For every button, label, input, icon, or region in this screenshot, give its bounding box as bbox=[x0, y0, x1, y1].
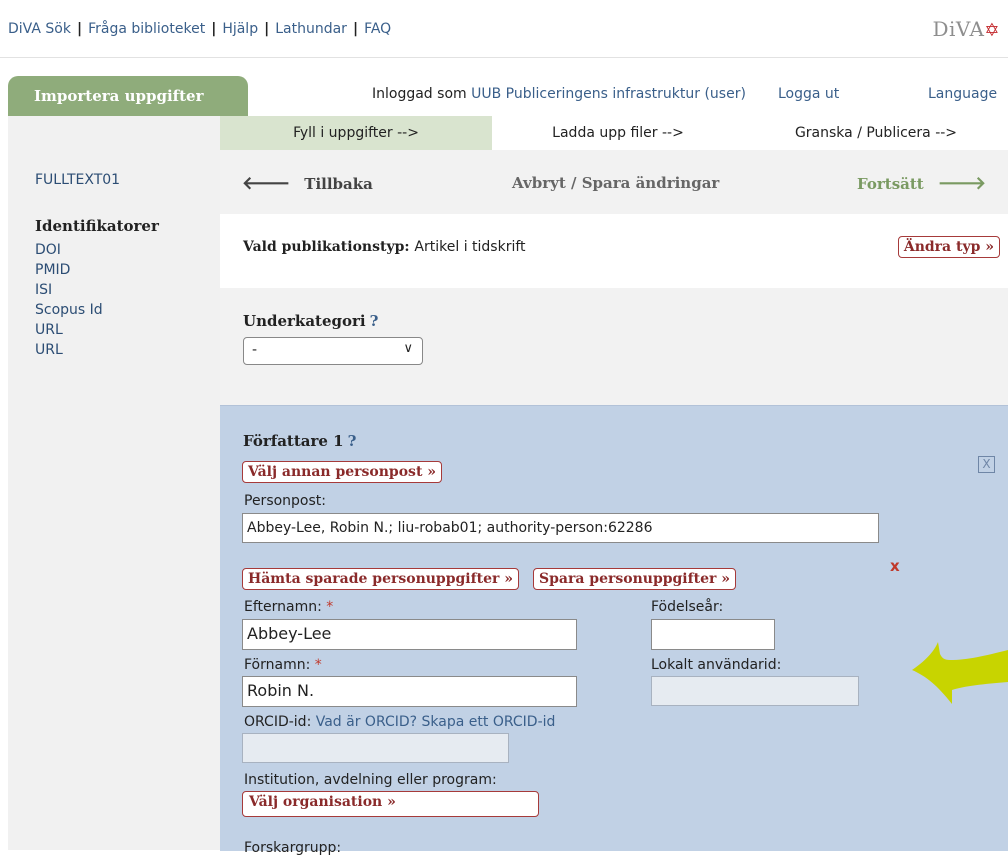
personpost-value: Abbey-Lee, Robin N.; liu-robab01; author… bbox=[247, 520, 653, 536]
save-person-button[interactable]: Spara personuppgifter » bbox=[533, 568, 737, 590]
lastname-label-text: Efternamn: bbox=[244, 599, 322, 615]
back-label: Tillbaka bbox=[304, 175, 373, 193]
close-icon[interactable]: X bbox=[978, 456, 995, 473]
publication-type-label: Vald publikationstyp: Artikel i tidskrif… bbox=[243, 239, 526, 255]
sidebar-item-doi[interactable]: DOI bbox=[35, 240, 103, 260]
firstname-label: Förnamn: * bbox=[244, 657, 322, 673]
sidebar: FULLTEXT01 Identifikatorer DOI PMID ISI … bbox=[8, 116, 220, 850]
subcategory-label: Underkategori? bbox=[243, 312, 378, 330]
diva-star-icon: ✡ bbox=[984, 20, 1000, 41]
subcategory-section: Underkategori? - ∨ bbox=[220, 288, 1008, 405]
lastname-value: Abbey-Lee bbox=[247, 624, 332, 643]
author-section: Författare 1? X Välj annan personpost » … bbox=[220, 405, 1008, 856]
logout-link[interactable]: Logga ut bbox=[778, 86, 839, 102]
step-review-publish[interactable]: Granska / Publicera --> bbox=[744, 116, 1008, 150]
top-navigation: DiVA Sök | Fråga biblioteket | Hjälp | Lathund… bbox=[0, 0, 1008, 58]
birthyear-label: Födelseår: bbox=[651, 599, 724, 615]
link-guides[interactable]: Lathundar bbox=[275, 21, 347, 37]
separator: | bbox=[352, 21, 359, 37]
chevron-down-icon: ∨ bbox=[403, 341, 413, 356]
language-link[interactable]: Language bbox=[928, 86, 997, 102]
step-upload[interactable]: Ladda upp filer --> bbox=[492, 116, 744, 150]
firstname-label-text: Förnamn: bbox=[244, 657, 311, 673]
orcid-label: ORCID-id: bbox=[244, 714, 312, 730]
publication-type-value: Artikel i tidskrift bbox=[414, 239, 526, 255]
continue-label: Fortsätt bbox=[857, 175, 924, 193]
arrow-right-icon: 🡒 bbox=[937, 173, 986, 194]
orcid-what-link[interactable]: Vad är ORCID? bbox=[316, 714, 417, 730]
arrow-left-icon: 🡐 bbox=[242, 173, 291, 194]
cancel-save-button[interactable]: Avbryt / Spara ändringar bbox=[512, 174, 719, 192]
logged-in-prefix: Inloggad som bbox=[372, 86, 467, 102]
main-content: Fyll i uppgifter --> Ladda upp filer -->… bbox=[220, 116, 1008, 856]
sidebar-item-url-2[interactable]: URL bbox=[35, 340, 103, 360]
continue-button[interactable]: Fortsätt 🡒 bbox=[857, 173, 986, 194]
firstname-input[interactable]: Robin N. bbox=[242, 676, 577, 707]
top-links: DiVA Sök | Fråga biblioteket | Hjälp | Lathund… bbox=[8, 21, 391, 37]
choose-organisation-button[interactable]: Välj organisation » bbox=[242, 791, 539, 817]
import-tab-label: Importera uppgifter bbox=[34, 87, 204, 105]
subcategory-select[interactable]: - ∨ bbox=[243, 337, 423, 365]
local-user-id-label: Lokalt användarid: bbox=[651, 657, 782, 673]
link-faq[interactable]: FAQ bbox=[364, 21, 391, 37]
diva-logo[interactable]: DiVA✡ bbox=[932, 17, 1000, 41]
progress-steps: Fyll i uppgifter --> Ladda upp filer -->… bbox=[220, 116, 1008, 151]
author-heading: Författare 1 bbox=[243, 432, 344, 450]
local-user-id-input[interactable] bbox=[651, 676, 859, 706]
link-diva-search[interactable]: DiVA Sök bbox=[8, 21, 71, 37]
publication-type-heading: Vald publikationstyp: bbox=[243, 239, 410, 255]
sidebar-item-pmid[interactable]: PMID bbox=[35, 260, 103, 280]
logged-in-info: Inloggad som UUB Publiceringens infrastr… bbox=[372, 86, 746, 102]
remove-person-icon[interactable]: x bbox=[890, 557, 900, 575]
orcid-label-row: ORCID-id: Vad är ORCID? Skapa ett ORCID-… bbox=[244, 714, 555, 730]
author-title: Författare 1? bbox=[243, 432, 356, 450]
logged-in-user-link[interactable]: UUB Publiceringens infrastruktur (user) bbox=[471, 86, 746, 102]
sidebar-item-scopus[interactable]: Scopus Id bbox=[35, 300, 103, 320]
fetch-saved-person-button[interactable]: Hämta sparade personuppgifter » bbox=[242, 568, 520, 590]
sidebar-item-url[interactable]: URL bbox=[35, 320, 103, 340]
navigation-row: 🡐 Tillbaka Avbryt / Spara ändringar Forts… bbox=[220, 150, 1008, 215]
personpost-label: Personpost: bbox=[244, 493, 326, 509]
sidebar-item-fulltext[interactable]: FULLTEXT01 bbox=[35, 172, 120, 188]
identifiers-heading: Identifikatorer bbox=[35, 217, 159, 235]
diva-logo-text: DiVA bbox=[932, 17, 985, 41]
required-mark: * bbox=[314, 657, 322, 673]
change-type-button[interactable]: Ändra typ » bbox=[897, 236, 1000, 258]
link-help[interactable]: Hjälp bbox=[222, 21, 258, 37]
sidebar-item-isi[interactable]: ISI bbox=[35, 280, 103, 300]
institution-label: Institution, avdelning eller program: bbox=[244, 772, 497, 788]
step-fill-in[interactable]: Fyll i uppgifter --> bbox=[220, 116, 492, 150]
firstname-value: Robin N. bbox=[247, 681, 315, 700]
help-icon[interactable]: ? bbox=[370, 312, 379, 330]
separator: | bbox=[264, 21, 270, 37]
separator: | bbox=[76, 21, 83, 37]
subcategory-selected: - bbox=[252, 342, 258, 358]
choose-other-person-button[interactable]: Välj annan personpost » bbox=[242, 461, 443, 483]
publication-type-section: Vald publikationstyp: Artikel i tidskrif… bbox=[220, 214, 1008, 289]
personpost-field[interactable]: Abbey-Lee, Robin N.; liu-robab01; author… bbox=[242, 513, 879, 543]
highlight-arrow-icon bbox=[912, 642, 1008, 704]
help-icon[interactable]: ? bbox=[348, 432, 357, 450]
separator: | bbox=[211, 21, 217, 37]
subcategory-heading: Underkategori bbox=[243, 312, 366, 330]
back-button[interactable]: 🡐 Tillbaka bbox=[242, 173, 373, 194]
identifiers-list: DOI PMID ISI Scopus Id URL URL bbox=[35, 240, 103, 360]
orcid-input[interactable] bbox=[242, 733, 509, 763]
lastname-input[interactable]: Abbey-Lee bbox=[242, 619, 577, 650]
orcid-create-link[interactable]: Skapa ett ORCID-id bbox=[422, 714, 556, 730]
required-mark: * bbox=[326, 599, 334, 615]
birthyear-input[interactable] bbox=[651, 619, 775, 650]
import-tab[interactable]: Importera uppgifter bbox=[8, 76, 248, 116]
lastname-label: Efternamn: * bbox=[244, 599, 333, 615]
link-ask-library[interactable]: Fråga biblioteket bbox=[88, 21, 205, 37]
research-group-label: Forskargrupp: bbox=[244, 840, 342, 856]
header-bar: Inloggad som UUB Publiceringens infrastr… bbox=[248, 76, 1008, 116]
